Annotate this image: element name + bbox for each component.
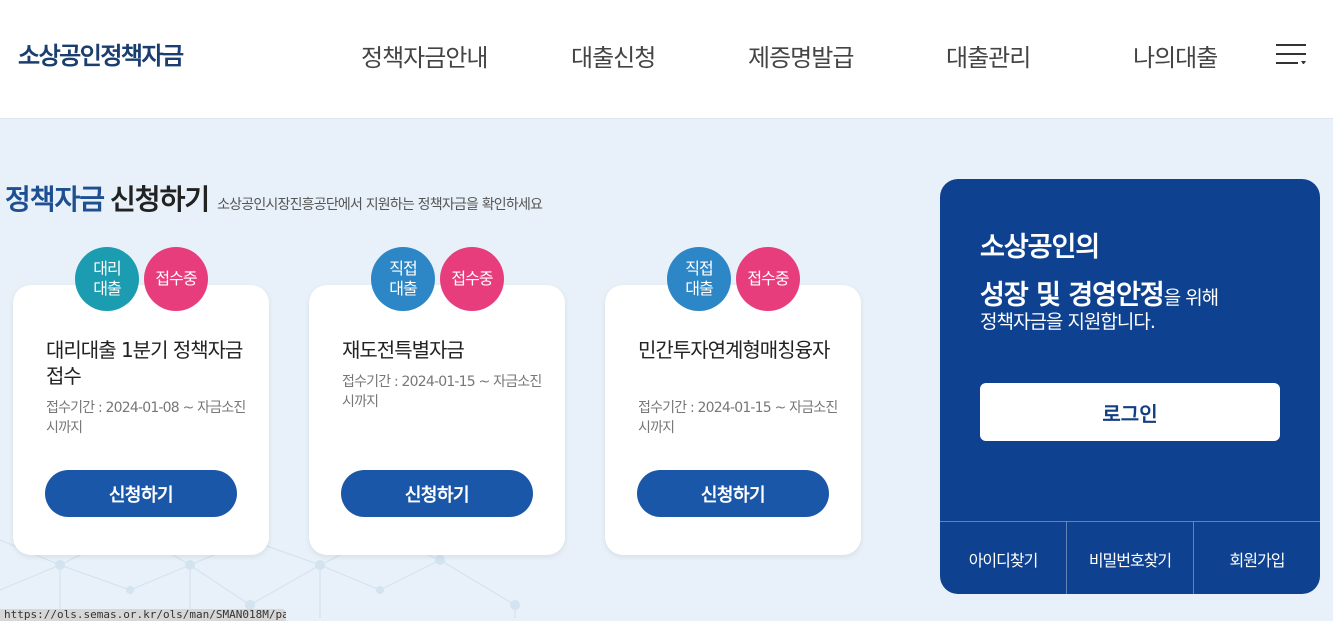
fund-card: 대리 대출 접수중 대리대출 1분기 정책자금 접수 접수기간 : 2024-0… — [13, 247, 269, 555]
login-panel: 소상공인의 성장 및 경영안정을 위해 정책자금을 지원합니다. 로그인 아이디… — [940, 179, 1320, 594]
find-password-link[interactable]: 비밀번호찾기 — [1066, 522, 1193, 594]
signup-link[interactable]: 회원가입 — [1193, 522, 1320, 594]
site-logo[interactable]: 소상공인정책자금 — [18, 36, 184, 71]
login-button[interactable]: 로그인 — [980, 383, 1280, 441]
login-panel-headline: 소상공인의 — [980, 232, 1100, 263]
section-title: 정책자금 신청하기 소상공인시장진흥공단에서 지원하는 정책자금을 확인하세요 — [5, 178, 543, 218]
section-subtitle: 소상공인시장진흥공단에서 지원하는 정책자금을 확인하세요 — [217, 197, 543, 213]
nav-loan-management[interactable]: 대출관리 — [946, 38, 1031, 73]
nav-loan-application[interactable]: 대출신청 — [571, 38, 656, 73]
card-title: 민간투자연계형매칭융자 — [638, 338, 830, 362]
status-badge: 접수중 — [736, 247, 800, 311]
find-id-link[interactable]: 아이디찾기 — [940, 522, 1066, 594]
card-period: 접수기간 : 2024-01-15 ~ 자금소진시까지 — [342, 374, 542, 410]
loan-type-badge: 대리 대출 — [75, 247, 139, 311]
hamburger-menu-icon[interactable] — [1276, 44, 1306, 66]
login-panel-links: 아이디찾기 비밀번호찾기 회원가입 — [940, 521, 1320, 594]
fund-card: 직접 대출 접수중 재도전특별자금 접수기간 : 2024-01-15 ~ 자금… — [309, 247, 565, 555]
loan-type-badge: 직접 대출 — [667, 247, 731, 311]
apply-button[interactable]: 신청하기 — [45, 470, 237, 517]
browser-status-url: https://ols.semas.or.kr/ols/man/SMAN018M… — [0, 609, 286, 621]
login-panel-description: 정책자금을 지원합니다. — [980, 311, 1156, 333]
status-badge: 접수중 — [144, 247, 208, 311]
nav-my-loans[interactable]: 나의대출 — [1133, 38, 1218, 73]
loan-type-badge: 직접 대출 — [371, 247, 435, 311]
apply-button[interactable]: 신청하기 — [637, 470, 829, 517]
card-title: 대리대출 1분기 정책자금 접수 — [46, 338, 243, 388]
nav-policy-fund-guide[interactable]: 정책자금안내 — [361, 38, 488, 73]
site-header: 소상공인정책자금 정책자금안내 대출신청 제증명발급 대출관리 나의대출 — [0, 0, 1333, 119]
tagline-rest: 을 위해 — [1163, 287, 1219, 309]
section-title-accent: 정책자금 — [5, 183, 105, 216]
card-period: 접수기간 : 2024-01-15 ~ 자금소진시까지 — [638, 400, 838, 436]
card-title: 재도전특별자금 — [342, 338, 465, 362]
nav-certificate-issuance[interactable]: 제증명발급 — [748, 38, 854, 73]
section-title-main: 신청하기 — [110, 183, 210, 216]
apply-button[interactable]: 신청하기 — [341, 470, 533, 517]
fund-card: 직접 대출 접수중 민간투자연계형매칭융자 접수기간 : 2024-01-15 … — [605, 247, 861, 555]
status-badge: 접수중 — [440, 247, 504, 311]
card-period: 접수기간 : 2024-01-08 ~ 자금소진시까지 — [46, 400, 246, 436]
